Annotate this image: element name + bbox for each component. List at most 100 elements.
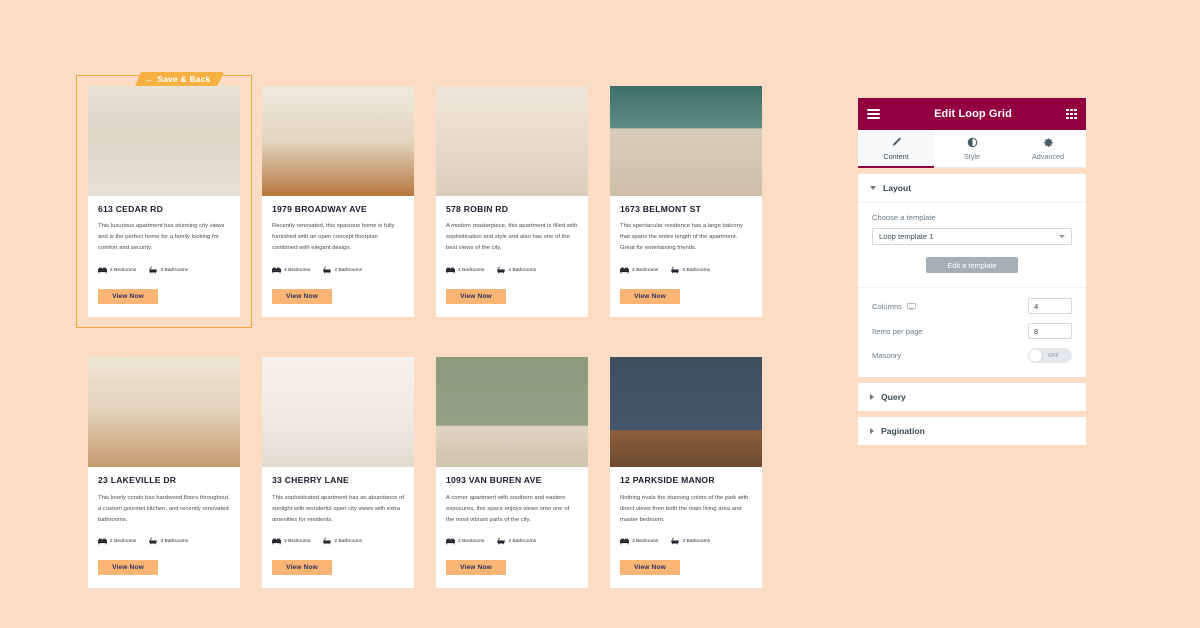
property-image: [88, 86, 240, 196]
save-and-back-button[interactable]: ← Save & Back: [135, 72, 224, 86]
section-query-header[interactable]: Query: [858, 383, 1086, 411]
bedrooms-label: 3 Bedrooms: [284, 538, 311, 544]
property-description: This lovely condo has hardwood floors th…: [98, 494, 230, 523]
property-specs: 4 Bedrooms 3 Bathrooms: [620, 266, 752, 274]
property-card[interactable]: 33 CHERRY LANE This sophisticated apartme…: [262, 357, 414, 589]
bathtub-icon: [497, 538, 506, 545]
property-title: 1673 BELMONT ST: [620, 204, 702, 214]
bathrooms-spec: 3 Bathrooms: [671, 537, 710, 545]
bedrooms-spec: 3 Bedrooms: [272, 538, 310, 545]
bed-icon: [446, 267, 455, 274]
bedrooms-label: 3 Bedrooms: [284, 267, 311, 273]
bedrooms-label: 4 Bedrooms: [458, 267, 485, 273]
desktop-icon[interactable]: [907, 302, 916, 311]
property-card[interactable]: 1673 BELMONT ST This spectacular residenc…: [610, 86, 762, 318]
edit-a-template-button[interactable]: Edit a template: [926, 257, 1018, 273]
panel-tabs: Content Style Advanced: [858, 130, 1086, 168]
panel-header: Edit Loop Grid: [858, 98, 1086, 130]
property-title: 613 CEDAR RD: [98, 204, 164, 214]
view-now-button[interactable]: View Now: [620, 560, 680, 576]
tab-content-label: Content: [883, 152, 909, 161]
hamburger-menu-icon[interactable]: [867, 109, 880, 119]
elementor-editor-panel: Edit Loop Grid Content Style Advanced La…: [858, 98, 1086, 445]
loop-grid-row-2: 23 LAKEVILLE DR This lovely condo has har…: [88, 357, 788, 589]
bedrooms-label: 4 Bedrooms: [110, 267, 137, 273]
layout-controls: Columns 4 Items per page 8 Masonry OFF: [858, 287, 1086, 377]
masonry-toggle[interactable]: OFF: [1028, 348, 1072, 363]
property-card-body: 578 ROBIN RD A modern masterpiece, this a…: [436, 196, 588, 317]
property-description: This spectacular residence has a large b…: [620, 223, 743, 252]
panel-title: Edit Loop Grid: [934, 108, 1012, 120]
view-now-button[interactable]: View Now: [272, 560, 332, 576]
section-query-label: Query: [881, 392, 906, 402]
contrast-icon: [967, 137, 977, 148]
property-specs: 3 Bedrooms 2 Bathrooms: [272, 266, 404, 274]
bathrooms-spec: 3 Bathrooms: [149, 266, 188, 274]
tab-style[interactable]: Style: [934, 130, 1010, 167]
property-card-body: 613 CEDAR RD This luxurious apartment has…: [88, 196, 240, 317]
bedrooms-spec: 3 Bedrooms: [272, 267, 310, 274]
bathtub-icon: [671, 538, 680, 545]
template-select[interactable]: Loop template 1: [872, 228, 1072, 245]
columns-input[interactable]: 4: [1028, 298, 1072, 314]
bathrooms-label: 3 Bathrooms: [160, 267, 189, 273]
property-card[interactable]: 12 PARKSIDE MANOR Nothing rivals the stun…: [610, 357, 762, 589]
property-card[interactable]: 578 ROBIN RD A modern masterpiece, this a…: [436, 86, 588, 318]
bathtub-icon: [323, 538, 332, 545]
property-image: [262, 86, 414, 196]
view-now-button[interactable]: View Now: [446, 289, 506, 305]
section-layout-label: Layout: [883, 183, 912, 193]
bathtub-icon: [323, 267, 332, 274]
toggle-knob: [1029, 349, 1042, 362]
property-card-body: 23 LAKEVILLE DR This lovely condo has har…: [88, 467, 240, 588]
bathrooms-spec: 2 Bathrooms: [497, 266, 536, 274]
bedrooms-label: 4 Bedrooms: [632, 267, 659, 273]
bathrooms-label: 3 Bathrooms: [682, 538, 711, 544]
property-card-body: 1093 VAN BUREN AVE A corner apartment wit…: [436, 467, 588, 588]
section-pagination: Pagination: [858, 417, 1086, 445]
property-image: [436, 357, 588, 468]
items-per-page-input[interactable]: 8: [1028, 323, 1072, 339]
tab-advanced[interactable]: Advanced: [1010, 130, 1086, 167]
screen-root: ← Save & Back 613 CEDAR RD This luxurious…: [0, 0, 1200, 628]
property-card[interactable]: 613 CEDAR RD This luxurious apartment has…: [76, 74, 252, 329]
view-now-button[interactable]: View Now: [272, 289, 332, 305]
bathtub-icon: [497, 267, 506, 274]
property-card-body: 12 PARKSIDE MANOR Nothing rivals the stun…: [610, 467, 762, 588]
bathrooms-label: 2 Bathrooms: [334, 267, 363, 273]
chevron-right-icon: [870, 394, 874, 400]
view-now-button[interactable]: View Now: [446, 560, 506, 576]
chevron-right-icon: [870, 428, 874, 434]
items-per-page-row: Items per page 8: [872, 323, 1072, 339]
template-select-value: Loop template 1: [879, 232, 934, 241]
section-layout-header[interactable]: Layout: [858, 174, 1086, 202]
property-image: [610, 357, 762, 468]
tab-style-label: Style: [964, 152, 980, 161]
loop-grid-canvas: 613 CEDAR RD This luxurious apartment has…: [76, 74, 788, 589]
columns-row: Columns 4: [872, 298, 1072, 314]
property-title: 578 ROBIN RD: [446, 204, 509, 214]
property-title: 1979 BROADWAY AVE: [272, 204, 367, 214]
property-image: [262, 357, 414, 468]
property-description: Recently renovated, this spacious home i…: [272, 223, 395, 252]
property-title: 23 LAKEVILLE DR: [98, 475, 177, 486]
columns-label: Columns: [872, 301, 902, 311]
choose-template-label: Choose a template: [872, 213, 936, 222]
tab-content[interactable]: Content: [858, 130, 934, 168]
bedrooms-label: 2 Bedrooms: [458, 538, 485, 544]
property-card[interactable]: 1979 BROADWAY AVE Recently renovated, thi…: [262, 86, 414, 318]
view-now-button[interactable]: View Now: [620, 289, 680, 305]
grid-apps-icon[interactable]: [1066, 108, 1077, 120]
section-pagination-header[interactable]: Pagination: [858, 417, 1086, 445]
view-now-button[interactable]: View Now: [98, 560, 158, 576]
bed-icon: [446, 538, 455, 545]
property-title: 33 CHERRY LANE: [272, 475, 350, 486]
view-now-button[interactable]: View Now: [98, 289, 158, 305]
property-card[interactable]: 23 LAKEVILLE DR This lovely condo has har…: [88, 357, 240, 589]
columns-label-wrap: Columns: [872, 302, 916, 311]
loop-grid-row-1: 613 CEDAR RD This luxurious apartment has…: [76, 74, 788, 329]
bathrooms-label: 2 Bathrooms: [508, 267, 537, 273]
property-card[interactable]: 1093 VAN BUREN AVE A corner apartment wit…: [436, 357, 588, 589]
property-specs: 4 Bedrooms 2 Bathrooms: [446, 266, 578, 274]
bed-icon: [98, 538, 107, 545]
